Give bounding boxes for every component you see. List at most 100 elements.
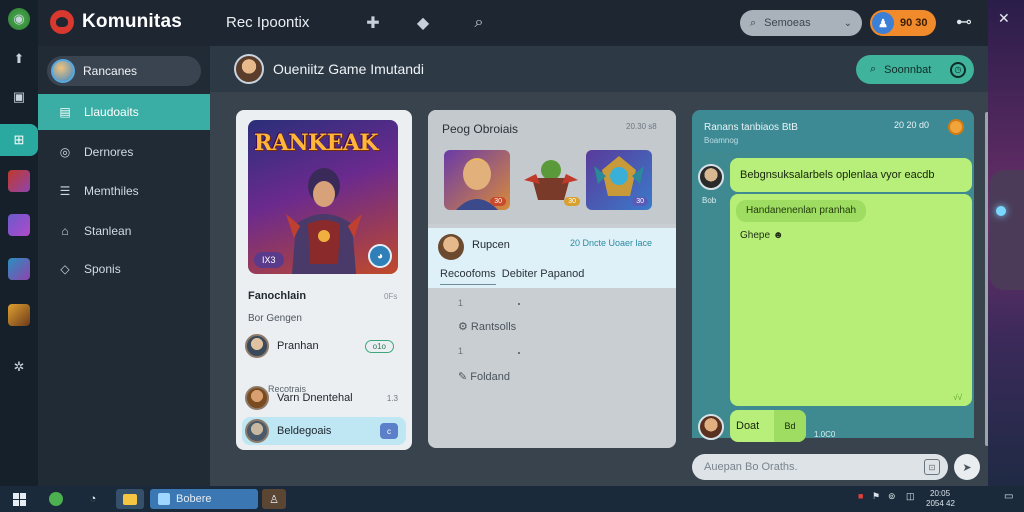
game-card: RANKEAK IX3 ◕ Fanochlain 0Fs Bor Gengen … bbox=[236, 110, 412, 450]
search-dropdown[interactable]: ⌕ Semoeas ⌄ bbox=[740, 10, 862, 36]
sidebar-item-0[interactable]: ▤ Llaudoaits bbox=[38, 94, 210, 130]
message-chip[interactable]: c bbox=[380, 423, 398, 439]
clock-date: 2054 42 bbox=[926, 499, 955, 508]
thumbnail-badge: 30 bbox=[564, 197, 580, 206]
search-action-button[interactable]: ⌕ Soonnbat ◷ bbox=[856, 55, 974, 84]
search-icon: ⌕ bbox=[750, 16, 757, 29]
featured-section: Peog Obroiais 20.30 s8 30 30 30 bbox=[428, 110, 676, 224]
character-thumbnail[interactable]: 30 bbox=[518, 150, 584, 210]
character-thumbnail[interactable]: 30 bbox=[586, 150, 652, 210]
main-content: RANKEAK IX3 ◕ Fanochlain 0Fs Bor Gengen … bbox=[210, 92, 988, 486]
game-shortcut-icon[interactable] bbox=[8, 258, 30, 280]
chat-icon[interactable]: ◔ bbox=[84, 489, 102, 509]
globe-icon[interactable]: ◉ bbox=[8, 8, 30, 30]
attach-icon[interactable]: ⊡ bbox=[924, 459, 940, 475]
sidebar-item-3[interactable]: ⌂ Stanlean bbox=[38, 213, 210, 249]
sidebar-item-4[interactable]: ◇ Sponis bbox=[38, 251, 210, 287]
notification-icon[interactable]: ■ bbox=[858, 491, 863, 501]
action-label: Soonnbat bbox=[884, 63, 932, 76]
coin-icon bbox=[948, 119, 964, 135]
message-preview[interactable]: Rupcen 20 Dncte Uoaer lace Recoofoms Deb… bbox=[428, 228, 676, 288]
card-subheading: Bor Gengen bbox=[248, 313, 302, 324]
search-icon[interactable]: ⌕ bbox=[468, 12, 490, 34]
game-icon[interactable]: ♙ bbox=[262, 489, 286, 509]
card-meta: 0Fs bbox=[384, 292, 398, 301]
game-shortcut-icon[interactable] bbox=[8, 170, 30, 192]
chat-meta: 20 20 d0 bbox=[894, 120, 930, 130]
avatar bbox=[245, 386, 269, 410]
gamepad-icon[interactable]: ✚ bbox=[362, 12, 384, 34]
sidebar-item-label: Llaudoaits bbox=[84, 105, 139, 119]
game-cover-image[interactable]: RANKEAK IX3 ◕ bbox=[248, 120, 398, 274]
read-receipt-icon: √√ bbox=[953, 393, 962, 402]
chat-input[interactable]: Auepan Bo Oraths. ⊡ bbox=[692, 454, 948, 480]
member-name: Beldegoais bbox=[277, 425, 332, 437]
taskbar-app[interactable]: Bobere bbox=[150, 489, 258, 509]
list-dot bbox=[518, 303, 520, 305]
brand: Komunitas bbox=[50, 10, 182, 34]
member-row[interactable]: Varn Dnentehal 1.3 bbox=[242, 384, 406, 412]
search-icon: ⌕ bbox=[870, 63, 877, 75]
chevron-down-icon: ⌄ bbox=[843, 17, 852, 29]
content-header: Oueniitz Game Imutandi ⌕ Soonnbat ◷ bbox=[210, 46, 988, 92]
sidebar-item-label: Sponis bbox=[84, 262, 121, 276]
hero-illustration bbox=[286, 168, 362, 274]
avatar bbox=[245, 419, 269, 443]
list-item[interactable]: ✎ Foldand bbox=[458, 370, 510, 383]
list-item-label: Rantsolls bbox=[470, 321, 517, 333]
message-bubble[interactable]: Handanenenlan pranhah Ghepe ☻ √√ bbox=[730, 194, 972, 406]
home-icon: ⌂ bbox=[61, 224, 69, 238]
points-badge[interactable]: ♟ 90 30 bbox=[870, 10, 936, 36]
settings-icon[interactable]: ✲ bbox=[8, 356, 30, 378]
profile-pill[interactable]: Rancanes bbox=[47, 56, 201, 86]
sidebar-item-2[interactable]: ☰ Memthiles bbox=[38, 173, 210, 209]
discord-icon[interactable]: ◕ bbox=[368, 244, 392, 268]
thumbnail-badge: 30 bbox=[490, 197, 506, 206]
send-button[interactable]: ➤ bbox=[954, 454, 980, 480]
windows-start-icon[interactable] bbox=[12, 489, 26, 509]
battery-icon[interactable]: ◫ bbox=[906, 491, 915, 502]
game-shortcut-icon[interactable] bbox=[8, 304, 30, 326]
message-meta: Bd bbox=[774, 410, 806, 442]
list-item[interactable]: ⚙ Rantsolls bbox=[458, 320, 516, 333]
chat-bubble-icon[interactable]: ◆ bbox=[412, 12, 434, 34]
list-marker: 1 bbox=[458, 298, 464, 308]
network-icon[interactable]: ⚑ bbox=[872, 491, 880, 502]
list-marker: 1 bbox=[458, 346, 464, 356]
sender-name: Rupcen bbox=[472, 239, 510, 251]
background-artwork bbox=[988, 0, 1024, 486]
character-thumbnail[interactable]: 30 bbox=[444, 150, 510, 210]
folder-icon[interactable] bbox=[116, 489, 144, 509]
upload-icon[interactable]: ⬆ bbox=[8, 48, 30, 70]
quoted-message: Handanenenlan pranhah bbox=[736, 200, 867, 222]
message-text-value: Ghepe bbox=[740, 230, 771, 241]
message-tag: Recoofoms bbox=[440, 268, 496, 285]
taskbar: ◔ Bobere ♙ ■ ⚑ ⊚ ◫ 20:05 2054 42 ▭ bbox=[0, 486, 1024, 512]
robot-eye bbox=[996, 206, 1006, 216]
message-text: Ghepe ☻ bbox=[740, 230, 783, 241]
globe-icon: ◎ bbox=[59, 145, 71, 159]
game-tag: IX3 bbox=[254, 252, 284, 268]
inbox-icon[interactable]: ▣ bbox=[8, 86, 30, 108]
more-icon[interactable]: ⊷ bbox=[956, 12, 972, 32]
grid-icon[interactable]: ⊞ bbox=[8, 129, 30, 151]
browser-icon[interactable] bbox=[48, 489, 64, 509]
message-text: Doat bbox=[736, 420, 760, 432]
close-icon[interactable]: ✕ bbox=[998, 10, 1010, 27]
member-row[interactable]: Pranhan o1o bbox=[242, 332, 406, 360]
avatar bbox=[245, 334, 269, 358]
message-bubble[interactable]: Bebgnsuksalarbels oplenlaa vyor eacdb bbox=[730, 158, 972, 192]
message-preview-text: Recoofoms Debiter Papanod bbox=[440, 268, 584, 285]
message-bubble[interactable]: Doat Bd bbox=[730, 410, 806, 442]
member-name: Pranhan bbox=[277, 340, 319, 352]
game-shortcut-icon[interactable] bbox=[8, 214, 30, 236]
volume-icon[interactable]: ⊚ bbox=[888, 491, 896, 502]
list-icon: ☰ bbox=[59, 184, 71, 198]
avatar[interactable] bbox=[234, 54, 264, 84]
list-item-label: Foldand bbox=[470, 371, 511, 383]
member-row-highlighted[interactable]: Beldegoais c bbox=[242, 417, 406, 445]
sidebar-item-1[interactable]: ◎ Dernores bbox=[38, 134, 210, 170]
notifications-panel-icon[interactable]: ▭ bbox=[1004, 491, 1013, 502]
shield-icon: ◇ bbox=[60, 262, 70, 276]
thumbnail-badge: 30 bbox=[632, 197, 648, 206]
